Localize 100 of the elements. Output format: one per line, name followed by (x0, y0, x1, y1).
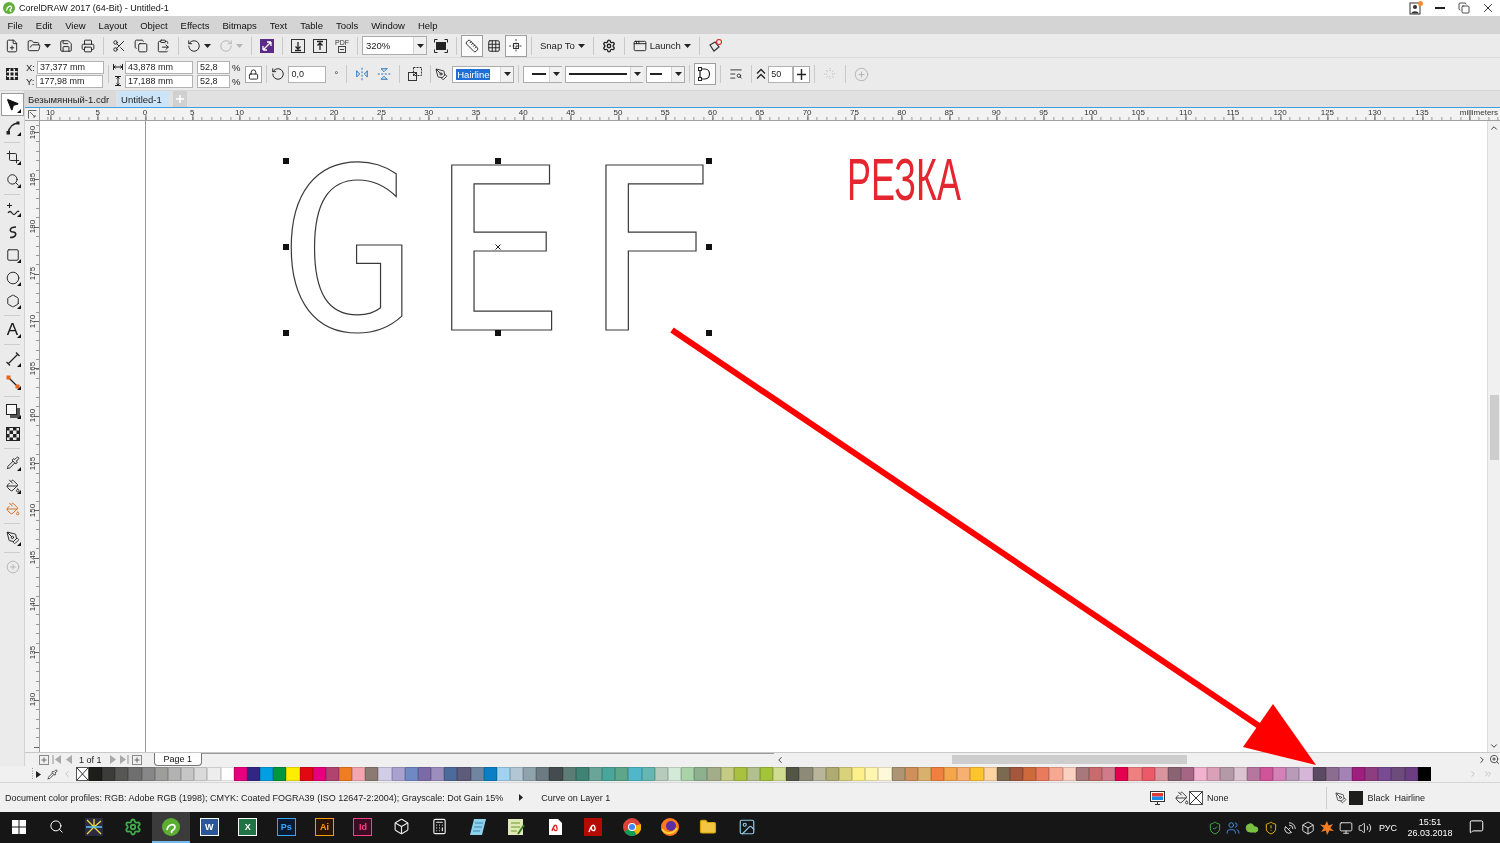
color-swatch-icon[interactable] (1273, 767, 1287, 781)
color-swatch-icon[interactable] (181, 767, 195, 781)
color-swatch-icon[interactable] (1391, 767, 1405, 781)
color-swatch-icon[interactable] (1102, 767, 1116, 781)
close-curve-button[interactable] (694, 63, 717, 85)
page-tab[interactable]: Page 1 (153, 753, 203, 766)
menu-item[interactable]: Edit (29, 16, 59, 34)
color-swatch-icon[interactable] (444, 767, 458, 781)
shield-check-icon[interactable] (1207, 820, 1222, 835)
expand-triangle-icon[interactable] (36, 770, 41, 778)
smoothing-field[interactable]: 50 (768, 65, 794, 83)
color-swatch-icon[interactable] (931, 767, 945, 781)
color-swatch-icon[interactable] (681, 767, 695, 781)
line-style-select[interactable] (565, 65, 644, 83)
color-swatch-icon[interactable] (865, 767, 879, 781)
selection-handle-icon[interactable] (283, 330, 289, 336)
color-swatch-icon[interactable] (273, 767, 287, 781)
color-swatch-icon[interactable] (707, 767, 721, 781)
taskbar-app-button[interactable]: Ai (305, 812, 344, 843)
color-swatch-icon[interactable] (786, 767, 800, 781)
selection-handle-icon[interactable] (494, 330, 501, 336)
menu-item[interactable]: Bitmaps (216, 16, 264, 34)
satellite-dish-icon[interactable] (1282, 820, 1297, 835)
color-swatch-icon[interactable] (1286, 767, 1300, 781)
color-swatch-icon[interactable] (536, 767, 550, 781)
color-swatch-icon[interactable] (128, 767, 142, 781)
box-icon[interactable] (1301, 820, 1316, 835)
color-swatch-icon[interactable] (431, 767, 445, 781)
taskbar-app-button[interactable]: Ps (266, 812, 306, 843)
taskbar-app-button[interactable]: W (190, 812, 229, 843)
color-swatch-icon[interactable] (615, 767, 629, 781)
color-swatch-icon[interactable] (944, 767, 958, 781)
color-swatch-icon[interactable] (799, 767, 813, 781)
chevron-left-icon[interactable] (62, 769, 72, 779)
add-tab-button[interactable] (172, 91, 187, 107)
color-swatch-icon[interactable] (1036, 767, 1050, 781)
position-field[interactable]: 37,377 mm (37, 60, 104, 74)
color-swatch-icon[interactable] (1023, 767, 1037, 781)
selection-handle-icon[interactable] (283, 244, 289, 250)
vertical-scrollbar[interactable] (1487, 121, 1500, 752)
splat-icon[interactable] (1320, 820, 1335, 835)
outline-width-select[interactable]: Hairline (452, 65, 515, 83)
selection-handle-icon[interactable] (283, 158, 289, 164)
first-page-icon[interactable] (52, 755, 62, 764)
color-swatch-icon[interactable] (957, 767, 971, 781)
scrollbar-thumb[interactable] (1489, 395, 1499, 460)
menu-item[interactable]: Layout (92, 16, 134, 34)
zoom-level-select[interactable]: 320% (362, 36, 427, 55)
color-swatch-icon[interactable] (1378, 767, 1392, 781)
color-swatch-icon[interactable] (1365, 767, 1379, 781)
cloud-icon[interactable] (1245, 820, 1260, 835)
color-swatch-icon[interactable] (1207, 767, 1221, 781)
color-swatch-icon[interactable] (1115, 767, 1129, 781)
double-chevron-right-icon[interactable] (1483, 769, 1493, 779)
last-page-icon[interactable] (118, 755, 129, 764)
color-swatch-icon[interactable] (628, 767, 642, 781)
canvas-text[interactable]: РЕЗКА (847, 157, 961, 202)
color-swatch-icon[interactable] (457, 767, 471, 781)
color-swatch-icon[interactable] (286, 767, 300, 781)
snap-to-button[interactable]: Snap To (536, 34, 589, 57)
color-swatch-icon[interactable] (1049, 767, 1063, 781)
taskbar-app-button[interactable] (151, 812, 191, 843)
menu-item[interactable]: Text (263, 16, 294, 34)
zoom-button[interactable] (1488, 753, 1500, 766)
document-tab[interactable]: Untitled-1 (118, 91, 169, 107)
tool-button[interactable]: A (1, 318, 24, 341)
expand-triangle-icon[interactable] (519, 794, 524, 801)
size-field[interactable]: 17,188 mm (125, 74, 193, 88)
menu-item[interactable]: Effects (174, 16, 216, 34)
letter-curves[interactable]: GEF (280, 159, 731, 345)
color-swatch-icon[interactable] (365, 767, 379, 781)
document-tab[interactable]: Безымянный-1.cdr (25, 91, 117, 107)
add-page-icon[interactable] (131, 754, 142, 765)
color-swatch-icon[interactable] (1352, 767, 1366, 781)
color-swatch-icon[interactable] (352, 767, 366, 781)
speaker-icon[interactable] (1357, 820, 1372, 835)
color-swatch-icon[interactable] (115, 767, 129, 781)
monitor-colors-icon[interactable] (1149, 790, 1165, 805)
color-swatch-icon[interactable] (1194, 767, 1208, 781)
color-swatch-icon[interactable] (194, 767, 208, 781)
rotation-field[interactable]: 0,0 (288, 65, 327, 83)
selection-handle-icon[interactable] (706, 158, 712, 164)
scale-field[interactable]: 52,8 (197, 74, 230, 88)
selection-handle-icon[interactable] (706, 330, 712, 336)
taskbar-app-button[interactable]: Id (343, 812, 383, 843)
next-page-icon[interactable] (107, 755, 118, 764)
menu-item[interactable]: View (58, 16, 93, 34)
menu-item[interactable]: File (1, 16, 30, 34)
selection-handle-icon[interactable] (706, 244, 712, 250)
color-swatch-icon[interactable] (1128, 767, 1142, 781)
color-swatch-icon[interactable] (694, 767, 708, 781)
menu-item[interactable]: Object (133, 16, 175, 34)
menu-item[interactable]: Table (293, 16, 330, 34)
monitor-icon[interactable] (1338, 820, 1353, 835)
color-swatch-icon[interactable] (523, 767, 537, 781)
end-arrowhead-select[interactable] (646, 65, 686, 83)
ruler-corner[interactable] (25, 108, 40, 121)
users-icon[interactable] (1226, 820, 1241, 835)
menu-item[interactable]: Window (364, 16, 412, 34)
color-swatch-icon[interactable] (207, 767, 221, 781)
